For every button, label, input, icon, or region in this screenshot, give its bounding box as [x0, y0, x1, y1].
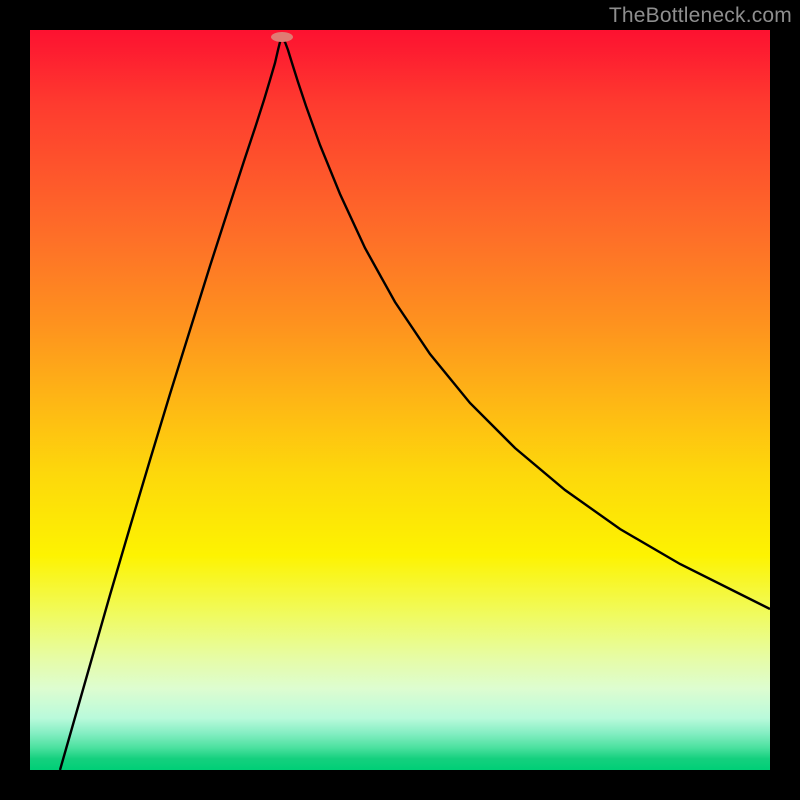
bottleneck-curve — [60, 39, 770, 770]
curve-layer — [30, 30, 770, 770]
min-marker — [271, 32, 293, 42]
chart-frame: TheBottleneck.com — [0, 0, 800, 800]
plot-area — [30, 30, 770, 770]
watermark-text: TheBottleneck.com — [609, 4, 792, 28]
